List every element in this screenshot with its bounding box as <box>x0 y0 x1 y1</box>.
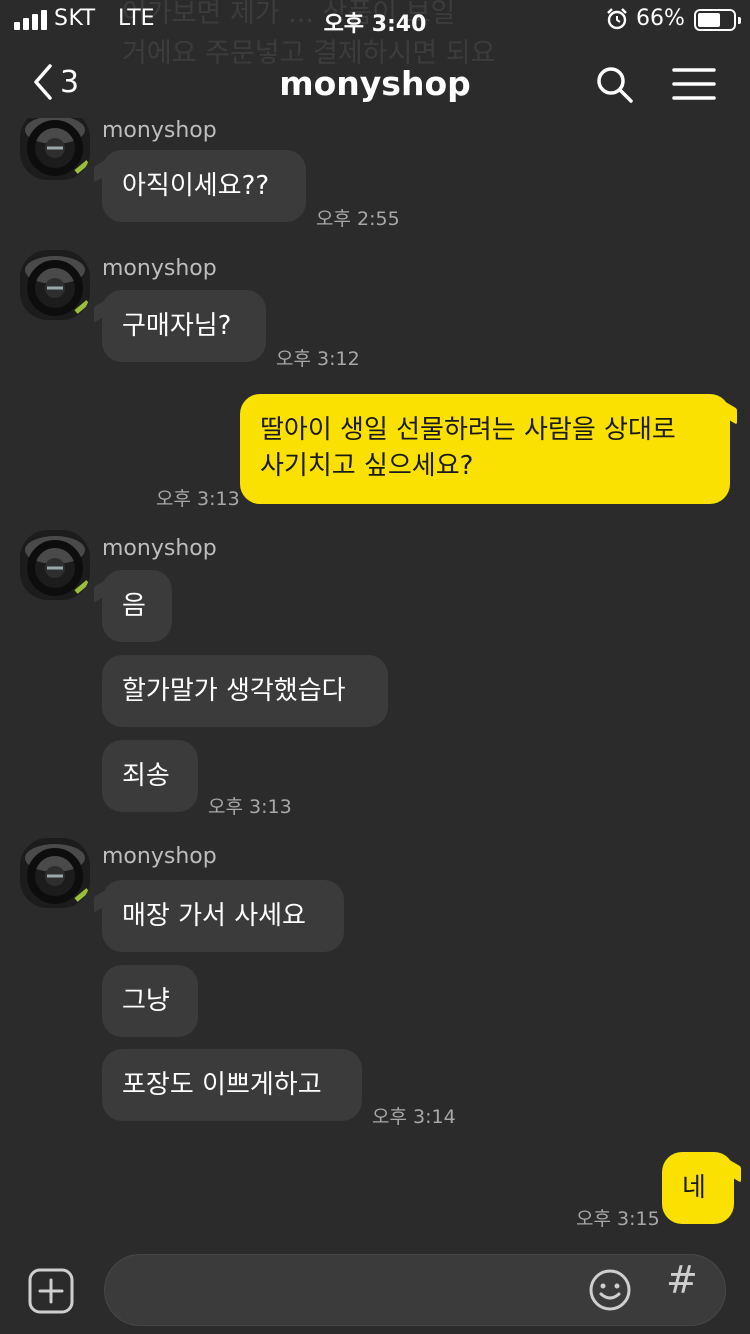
message-time: 오후 3:12 <box>276 348 360 370</box>
avatar-image <box>20 530 90 600</box>
message-text: 딸아이 생일 선물하려는 사람을 상대로 <box>260 415 676 445</box>
sender-name: monyshop <box>102 844 217 869</box>
avatar[interactable] <box>20 250 90 320</box>
message-text: 음 <box>122 591 146 621</box>
message-time: 오후 3:14 <box>372 1106 456 1128</box>
input-bar: # <box>0 1246 750 1334</box>
menu-icon[interactable] <box>672 66 716 102</box>
avatar[interactable] <box>20 110 90 180</box>
received-message-bubble[interactable]: 할가말가 생각했습다 <box>102 655 388 727</box>
sender-name: monyshop <box>102 118 217 143</box>
message-time: 오후 3:15 <box>576 1208 660 1230</box>
received-message-bubble[interactable]: 포장도 이쁘게하고 <box>102 1049 362 1121</box>
avatar[interactable] <box>20 838 90 908</box>
top-bar: 어가보면 제가 ... 상품이 보일 거에요 주문넣고 결제하시면 되요 SKT… <box>0 0 750 118</box>
battery-fill <box>698 13 721 27</box>
emoji-icon[interactable] <box>588 1268 632 1312</box>
sent-message-bubble[interactable]: 딸아이 생일 선물하려는 사람을 상대로사기치고 싶으세요? <box>240 394 730 504</box>
message-text: 구매자님? <box>122 311 232 341</box>
received-message-bubble[interactable]: 매장 가서 사세요 <box>102 880 344 952</box>
sender-name: monyshop <box>102 536 217 561</box>
avatar-image <box>20 838 90 908</box>
message-text: 아직이세요?? <box>122 171 270 201</box>
message-time: 오후 3:13 <box>208 796 292 818</box>
received-message-bubble[interactable]: 구매자님? <box>102 290 266 362</box>
received-message-bubble[interactable]: 아직이세요?? <box>102 150 306 222</box>
battery-nub <box>738 17 741 24</box>
chat-title: monyshop <box>279 64 471 103</box>
hashtag-icon[interactable]: # <box>666 1258 698 1302</box>
sent-message-bubble[interactable]: 네 <box>662 1152 734 1224</box>
plus-icon[interactable] <box>28 1268 74 1314</box>
alarm-icon <box>607 8 627 30</box>
search-icon[interactable] <box>594 64 634 104</box>
avatar-image <box>20 250 90 320</box>
sender-name: monyshop <box>102 256 217 281</box>
message-text: 매장 가서 사세요 <box>122 901 306 931</box>
message-text: 할가말가 생각했습다 <box>122 676 346 706</box>
message-text: 그냥 <box>122 986 170 1016</box>
message-text: 죄송 <box>122 761 170 791</box>
message-text: 사기치고 싶으세요? <box>260 451 474 481</box>
message-text: 네 <box>682 1173 706 1203</box>
avatar[interactable] <box>20 530 90 600</box>
status-bar: SKT LTE 오후 3:40 66% <box>0 0 750 40</box>
received-message-bubble[interactable]: 음 <box>102 570 172 642</box>
message-time: 오후 2:55 <box>316 208 400 230</box>
battery-percent: 66% <box>636 6 685 31</box>
received-message-bubble[interactable]: 죄송 <box>102 740 198 812</box>
battery-icon <box>694 9 741 31</box>
avatar-image <box>20 110 90 180</box>
received-message-bubble[interactable]: 그냥 <box>102 965 198 1037</box>
message-input[interactable] <box>104 1254 726 1326</box>
message-text: 포장도 이쁘게하고 <box>122 1070 322 1100</box>
message-time: 오후 3:13 <box>156 488 240 510</box>
